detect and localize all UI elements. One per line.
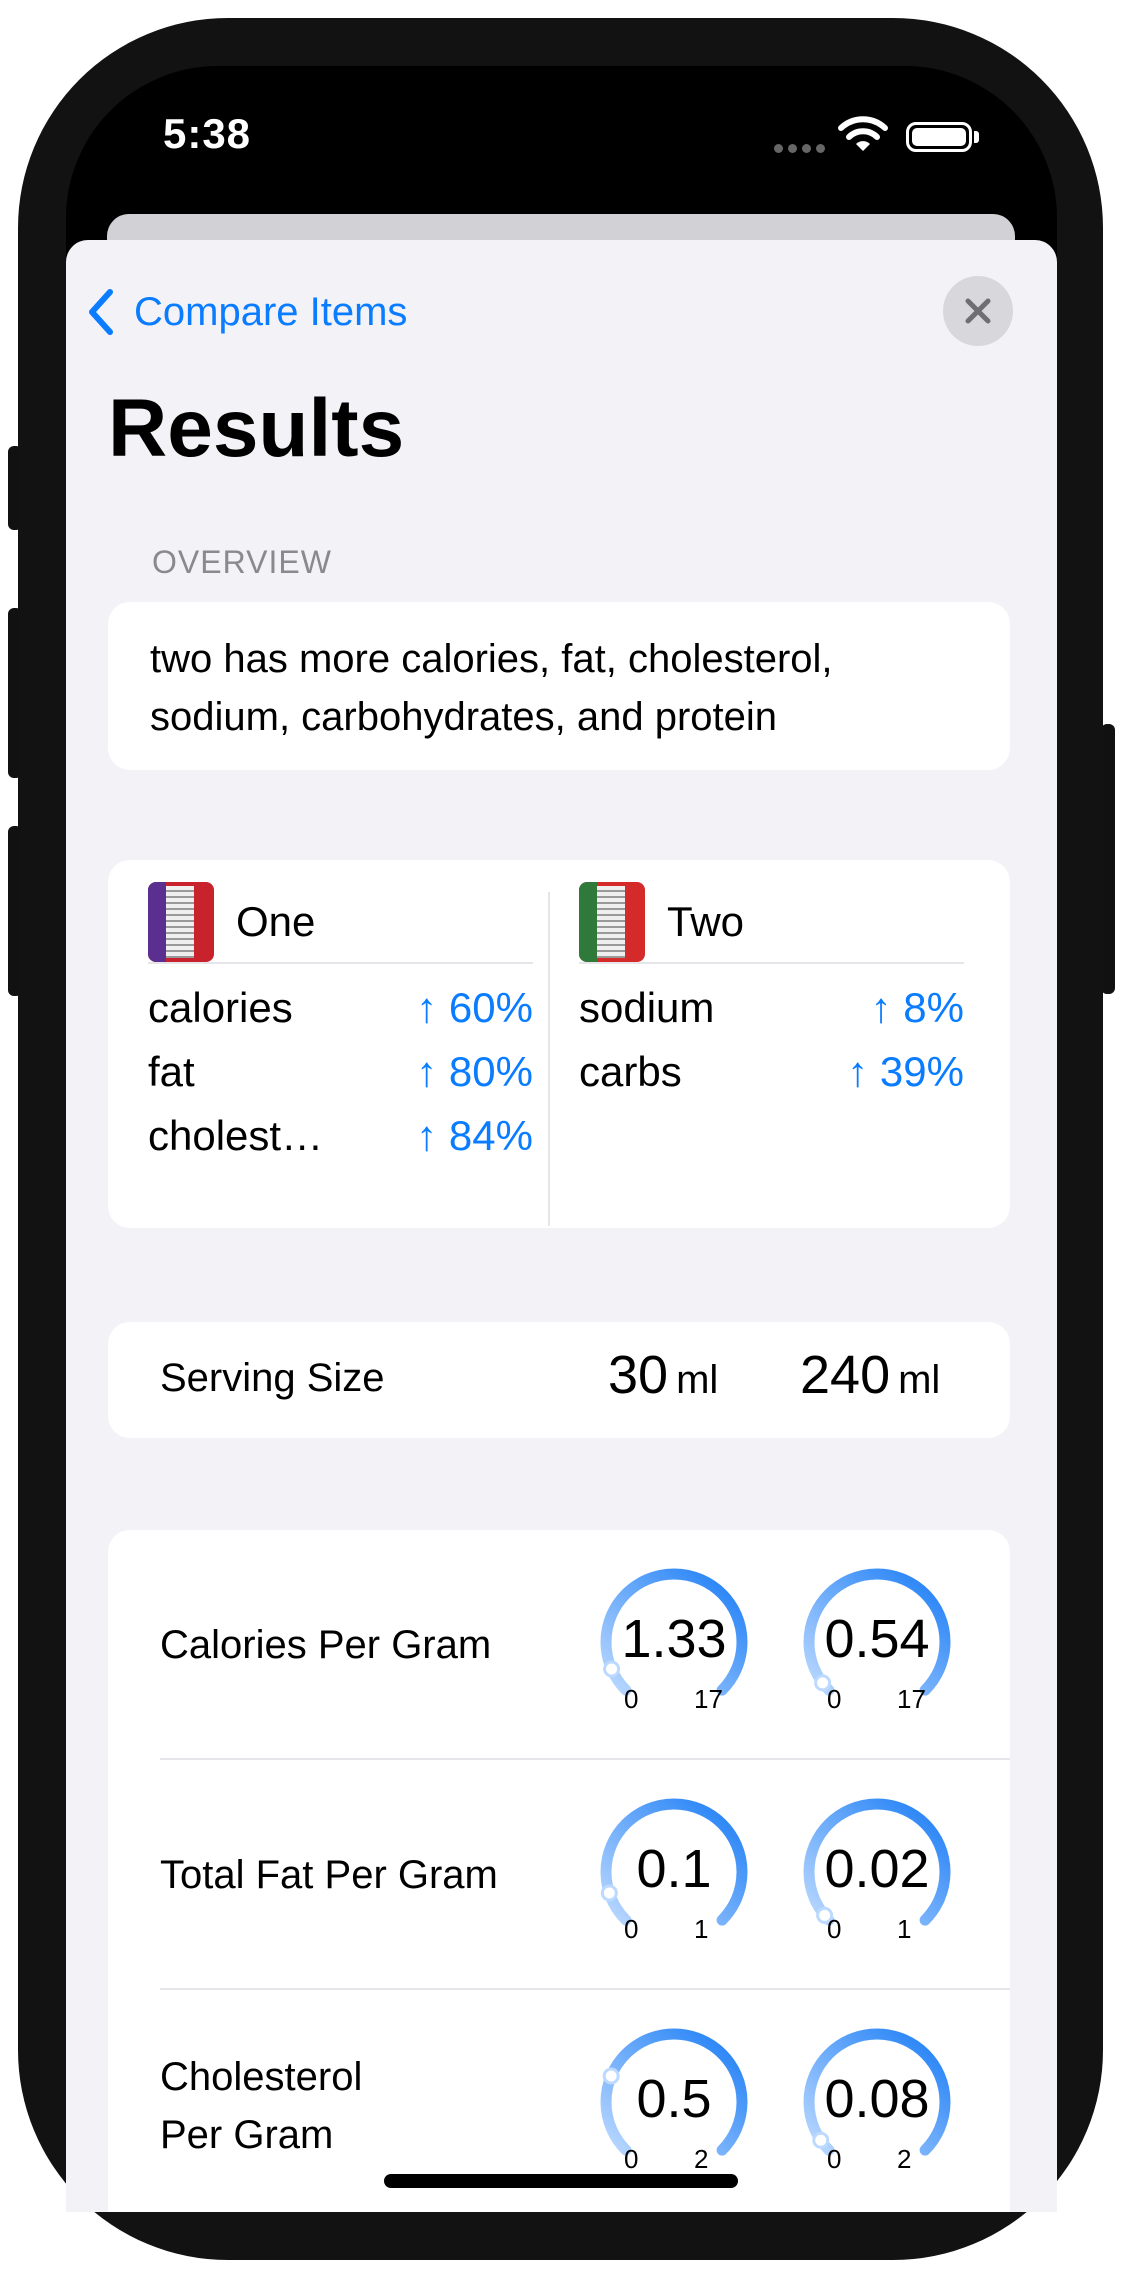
gauge-min: 0 [624, 1684, 639, 1714]
overview-text: two has more calories, fat, cholesterol,… [150, 637, 833, 739]
overview-card: two has more calories, fat, cholesterol,… [108, 602, 1010, 770]
gauge-min: 0 [624, 1914, 639, 1944]
close-icon [965, 298, 991, 324]
metric-row: Calories Per Gram 1.33 0 17 0.54 0 17 [108, 1530, 1010, 1760]
gauge: 0.08 0 2 [801, 2026, 953, 2178]
nutrient-diff: ↑ 60% [416, 984, 533, 1031]
battery-cap [974, 131, 979, 143]
item-thumbnail [579, 882, 645, 962]
nutrient-label: cholest… [148, 1112, 324, 1159]
gauge-max: 1 [897, 1914, 912, 1944]
gauge-min: 0 [827, 1684, 842, 1714]
metric-label: Total Fat Per Gram [160, 1853, 498, 1897]
metric-label-line: Per Gram [160, 2113, 334, 2157]
gauge-value: 0.08 [824, 2069, 930, 2129]
status-time: 5:38 [162, 110, 252, 157]
item-header[interactable]: One [148, 882, 533, 964]
gauge-indicator [812, 2131, 830, 2149]
comparison-row: calories ↑ 60% [148, 976, 533, 1040]
nutrient-label: calories [148, 984, 293, 1031]
back-button-label: Compare Items [134, 289, 408, 334]
gauge: 0.02 0 1 [801, 1796, 953, 1948]
back-button[interactable]: Compare Items [86, 282, 407, 342]
battery-icon [906, 122, 972, 152]
metric-label: Calories Per Gram [160, 1623, 492, 1667]
gauge-min: 0 [624, 2144, 639, 2174]
wifi-icon [838, 114, 888, 159]
results-sheet: Compare Items Results OVERVIEW two has m… [66, 240, 1057, 2212]
item-header[interactable]: Two [579, 882, 964, 964]
item-column-two: Two sodium ↑ 8% carbs ↑ 39% [579, 882, 964, 1104]
gauge-min: 0 [827, 2144, 842, 2174]
metric-row: Total Fat Per Gram 0.1 0 1 0.02 0 1 [108, 1760, 1010, 1990]
comparison-row: fat ↑ 80% [148, 1040, 533, 1104]
comparison-card: One calories ↑ 60% fat ↑ 80% cholest… ↑ … [108, 860, 1010, 1228]
chevron-left-icon [89, 289, 113, 335]
gauge: 1.33 0 17 [598, 1566, 750, 1718]
serving-value: 30 [608, 1345, 669, 1405]
serving-unit: ml [676, 1358, 719, 1402]
gauge-value: 1.33 [621, 1609, 727, 1669]
nutrient-diff: ↑ 39% [847, 1048, 964, 1095]
metric-label-line: Cholesterol [160, 2055, 363, 2099]
item-name: Two [667, 898, 745, 945]
close-button[interactable] [943, 276, 1013, 346]
nutrient-diff: ↑ 80% [416, 1048, 533, 1095]
home-indicator[interactable] [384, 2174, 738, 2188]
metric-label: Cholesterol Per Gram [160, 2048, 362, 2164]
metrics-card: Calories Per Gram 1.33 0 17 0.54 0 17 To… [108, 1530, 1010, 2212]
gauge-value: 0.5 [636, 2069, 712, 2129]
gauge: 0.54 0 17 [801, 1566, 953, 1718]
gauge-value: 0.54 [824, 1609, 930, 1669]
nutrient-diff: ↑ 84% [416, 1112, 533, 1159]
power-button[interactable] [1101, 724, 1115, 994]
item-column-one: One calories ↑ 60% fat ↑ 80% cholest… ↑ … [148, 882, 533, 1168]
gauge: 0.5 0 2 [598, 2026, 750, 2178]
serving-size-card: Serving Size 30 ml 240 ml [108, 1322, 1010, 1438]
overview-header: OVERVIEW [152, 544, 332, 580]
nutrient-diff: ↑ 8% [870, 984, 964, 1031]
nutrient-label: carbs [579, 1048, 682, 1095]
serving-unit: ml [898, 1358, 941, 1402]
page-title: Results [108, 383, 405, 474]
gauge: 0.1 0 1 [598, 1796, 750, 1948]
comparison-row: cholest… ↑ 84% [148, 1104, 533, 1168]
gauge-min: 0 [827, 1914, 842, 1944]
serving-value: 240 [800, 1345, 891, 1405]
gauge-max: 17 [694, 1684, 723, 1714]
column-divider [548, 892, 550, 1226]
gauge-max: 2 [897, 2144, 912, 2174]
serving-size-label: Serving Size [160, 1356, 385, 1400]
nutrient-label: fat [148, 1048, 195, 1095]
cellular-signal-icon [774, 144, 826, 154]
gauge-max: 2 [694, 2144, 709, 2174]
gauge-value: 0.02 [824, 1839, 930, 1899]
serving-size-one: 30 ml [608, 1344, 718, 1406]
gauge-max: 1 [694, 1914, 709, 1944]
comparison-row: sodium ↑ 8% [579, 976, 964, 1040]
serving-size-two: 240 ml [800, 1344, 940, 1406]
nutrient-label: sodium [579, 984, 715, 1031]
comparison-row: carbs ↑ 39% [579, 1040, 964, 1104]
gauge-value: 0.1 [636, 1839, 712, 1899]
item-name: One [236, 898, 316, 945]
gauge-max: 17 [897, 1684, 926, 1714]
item-thumbnail [148, 882, 214, 962]
